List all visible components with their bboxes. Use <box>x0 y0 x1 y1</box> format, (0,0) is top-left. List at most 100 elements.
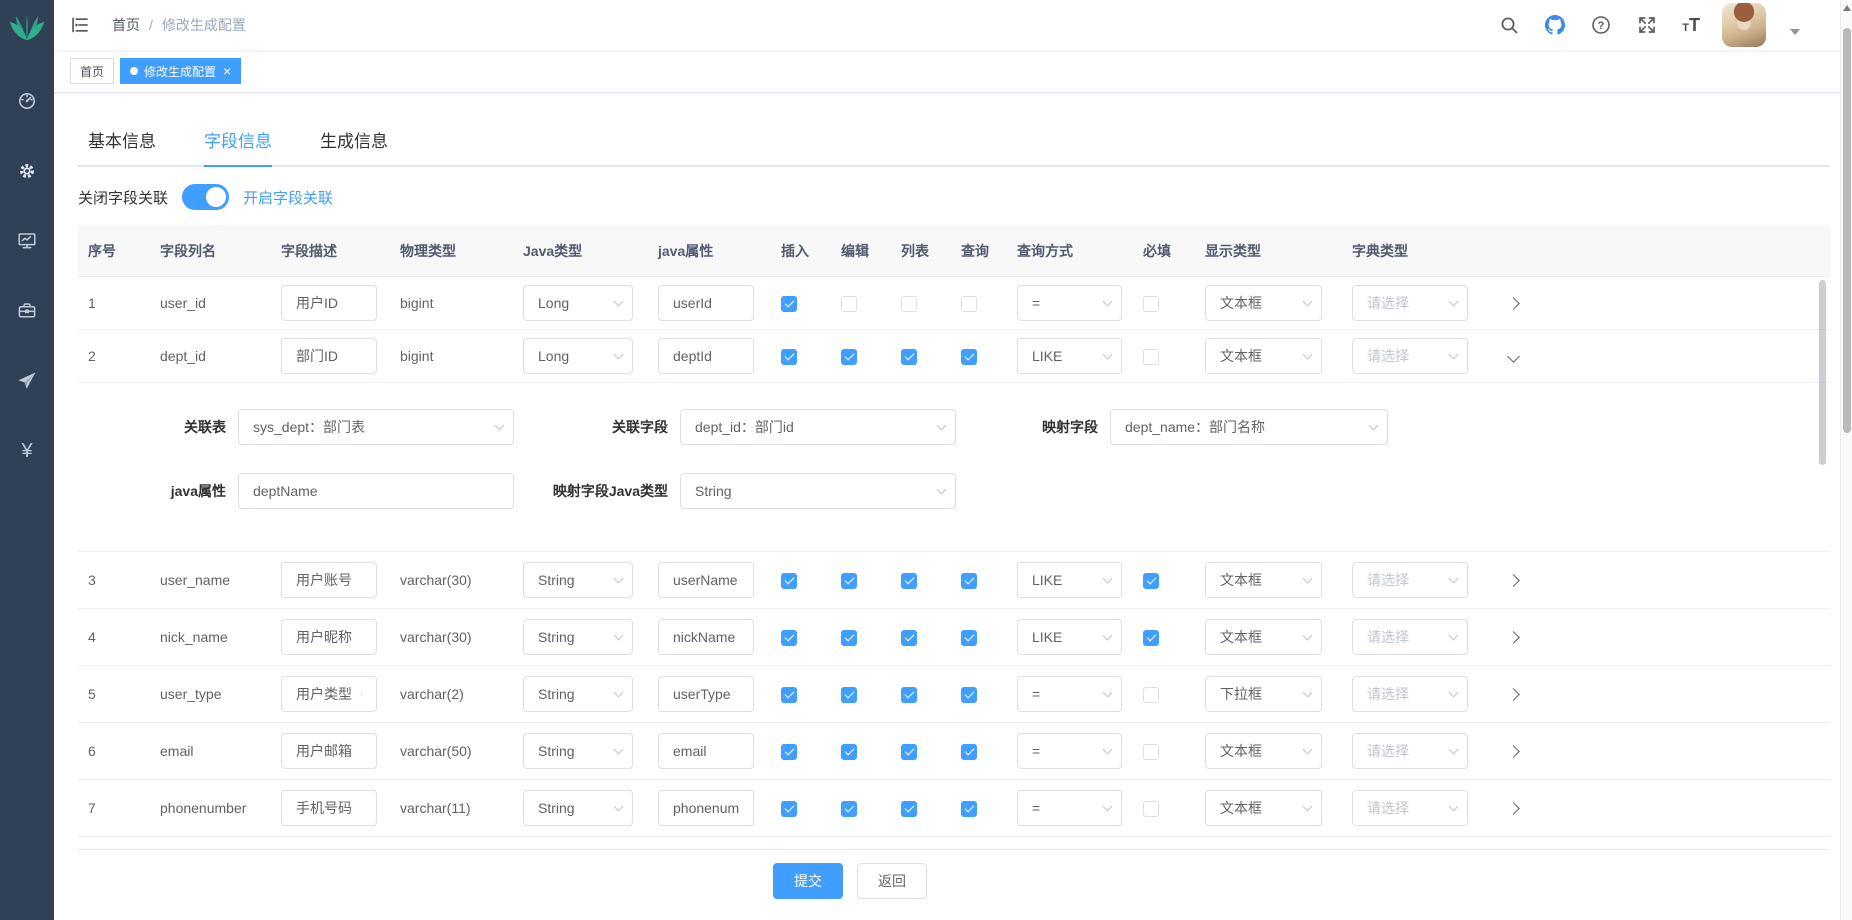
insert-checkbox[interactable] <box>781 744 797 760</box>
tab-field-info[interactable]: 字段信息 <box>180 119 296 165</box>
display-type-select[interactable]: 文本框 <box>1205 790 1322 826</box>
java-type-select[interactable]: String <box>523 676 633 712</box>
user-avatar[interactable] <box>1722 3 1766 47</box>
dict-type-select[interactable]: 请选择 <box>1352 338 1468 374</box>
page-scrollbar-thumb[interactable] <box>1843 28 1851 433</box>
field-relation-toggle[interactable] <box>182 184 229 210</box>
required-checkbox[interactable] <box>1143 687 1159 703</box>
relation-table-select[interactable]: sys_dept：部门表 <box>238 409 514 445</box>
display-type-select[interactable]: 文本框 <box>1205 562 1322 598</box>
dict-type-select[interactable]: 请选择 <box>1352 790 1468 826</box>
insert-checkbox[interactable] <box>781 349 797 365</box>
table-scrollbar-thumb[interactable] <box>1819 280 1826 465</box>
github-button[interactable] <box>1544 14 1566 36</box>
query-checkbox[interactable] <box>961 687 977 703</box>
sidebar-item-tool[interactable] <box>0 276 54 346</box>
java-type-select[interactable]: String <box>523 790 633 826</box>
query-method-select[interactable]: = <box>1017 676 1122 712</box>
search-button[interactable] <box>1498 14 1520 36</box>
java-type-select[interactable]: String <box>523 619 633 655</box>
list-checkbox[interactable] <box>901 349 917 365</box>
java-type-select[interactable]: String <box>523 733 633 769</box>
dict-type-select[interactable]: 请选择 <box>1352 619 1468 655</box>
edit-checkbox[interactable] <box>841 573 857 589</box>
dict-type-select[interactable]: 请选择 <box>1352 676 1468 712</box>
expand-row-icon[interactable] <box>1507 688 1520 701</box>
description-input[interactable] <box>281 338 377 374</box>
relation-field-select[interactable]: dept_id：部门id <box>680 409 956 445</box>
list-checkbox[interactable] <box>901 687 917 703</box>
insert-checkbox[interactable] <box>781 296 797 312</box>
java-type-select[interactable]: Long <box>523 285 633 321</box>
java-type-select[interactable]: Long <box>523 338 633 374</box>
query-method-select[interactable]: = <box>1017 790 1122 826</box>
insert-checkbox[interactable] <box>781 801 797 817</box>
relation-java-attr-input[interactable] <box>238 473 514 509</box>
breadcrumb-home[interactable]: 首页 <box>112 15 140 35</box>
switch-on-label[interactable]: 开启字段关联 <box>243 187 333 208</box>
query-method-select[interactable]: LIKE <box>1017 562 1122 598</box>
display-type-select[interactable]: 文本框 <box>1205 619 1322 655</box>
mapping-java-type-select[interactable]: String <box>680 473 956 509</box>
java-attr-input[interactable] <box>658 285 754 321</box>
back-button[interactable]: 返回 <box>857 863 927 899</box>
expand-row-icon[interactable] <box>1507 802 1520 815</box>
fullscreen-button[interactable] <box>1636 14 1658 36</box>
display-type-select[interactable]: 文本框 <box>1205 733 1322 769</box>
query-checkbox[interactable] <box>961 349 977 365</box>
edit-checkbox[interactable] <box>841 630 857 646</box>
description-input[interactable] <box>281 733 377 769</box>
list-checkbox[interactable] <box>901 801 917 817</box>
sidebar-item-monitor[interactable] <box>0 206 54 276</box>
java-attr-input[interactable] <box>658 676 754 712</box>
required-checkbox[interactable] <box>1143 573 1159 589</box>
description-input[interactable] <box>281 619 377 655</box>
query-method-select[interactable]: LIKE <box>1017 619 1122 655</box>
required-checkbox[interactable] <box>1143 744 1159 760</box>
dict-type-select[interactable]: 请选择 <box>1352 733 1468 769</box>
expand-row-icon[interactable] <box>1507 631 1520 644</box>
collapse-row-icon[interactable] <box>1507 350 1520 363</box>
query-method-select[interactable]: = <box>1017 285 1122 321</box>
query-checkbox[interactable] <box>961 296 977 312</box>
list-checkbox[interactable] <box>901 573 917 589</box>
query-checkbox[interactable] <box>961 801 977 817</box>
query-method-select[interactable]: LIKE <box>1017 338 1122 374</box>
query-checkbox[interactable] <box>961 573 977 589</box>
edit-checkbox[interactable] <box>841 801 857 817</box>
mapping-field-select[interactable]: dept_name：部门名称 <box>1110 409 1388 445</box>
display-type-select[interactable]: 下拉框 <box>1205 676 1322 712</box>
sidebar-item-system[interactable] <box>0 136 54 206</box>
java-attr-input[interactable] <box>658 338 754 374</box>
display-type-select[interactable]: 文本框 <box>1205 285 1322 321</box>
description-input[interactable] <box>281 676 377 712</box>
expand-row-icon[interactable] <box>1507 745 1520 758</box>
required-checkbox[interactable] <box>1143 630 1159 646</box>
list-checkbox[interactable] <box>901 744 917 760</box>
query-method-select[interactable]: = <box>1017 733 1122 769</box>
edit-checkbox[interactable] <box>841 349 857 365</box>
java-attr-input[interactable] <box>658 733 754 769</box>
page-scrollbar[interactable] <box>1840 0 1852 920</box>
query-checkbox[interactable] <box>961 744 977 760</box>
sidebar-item-pay[interactable]: ¥ <box>0 416 54 486</box>
java-attr-input[interactable] <box>658 790 754 826</box>
dict-type-select[interactable]: 请选择 <box>1352 562 1468 598</box>
caret-down-icon[interactable] <box>1790 29 1800 35</box>
edit-checkbox[interactable] <box>841 296 857 312</box>
tab-generate-info[interactable]: 生成信息 <box>296 119 412 165</box>
query-checkbox[interactable] <box>961 630 977 646</box>
required-checkbox[interactable] <box>1143 349 1159 365</box>
required-checkbox[interactable] <box>1143 801 1159 817</box>
expand-row-icon[interactable] <box>1507 297 1520 310</box>
insert-checkbox[interactable] <box>781 630 797 646</box>
java-type-select[interactable]: String <box>523 562 633 598</box>
tab-basic-info[interactable]: 基本信息 <box>78 119 180 165</box>
help-button[interactable]: ? <box>1590 14 1612 36</box>
expand-row-icon[interactable] <box>1507 574 1520 587</box>
edit-checkbox[interactable] <box>841 687 857 703</box>
sidebar-fold-button[interactable] <box>70 14 92 36</box>
font-size-button[interactable]: TT <box>1682 16 1700 34</box>
list-checkbox[interactable] <box>901 296 917 312</box>
tag-home[interactable]: 首页 <box>70 58 114 84</box>
